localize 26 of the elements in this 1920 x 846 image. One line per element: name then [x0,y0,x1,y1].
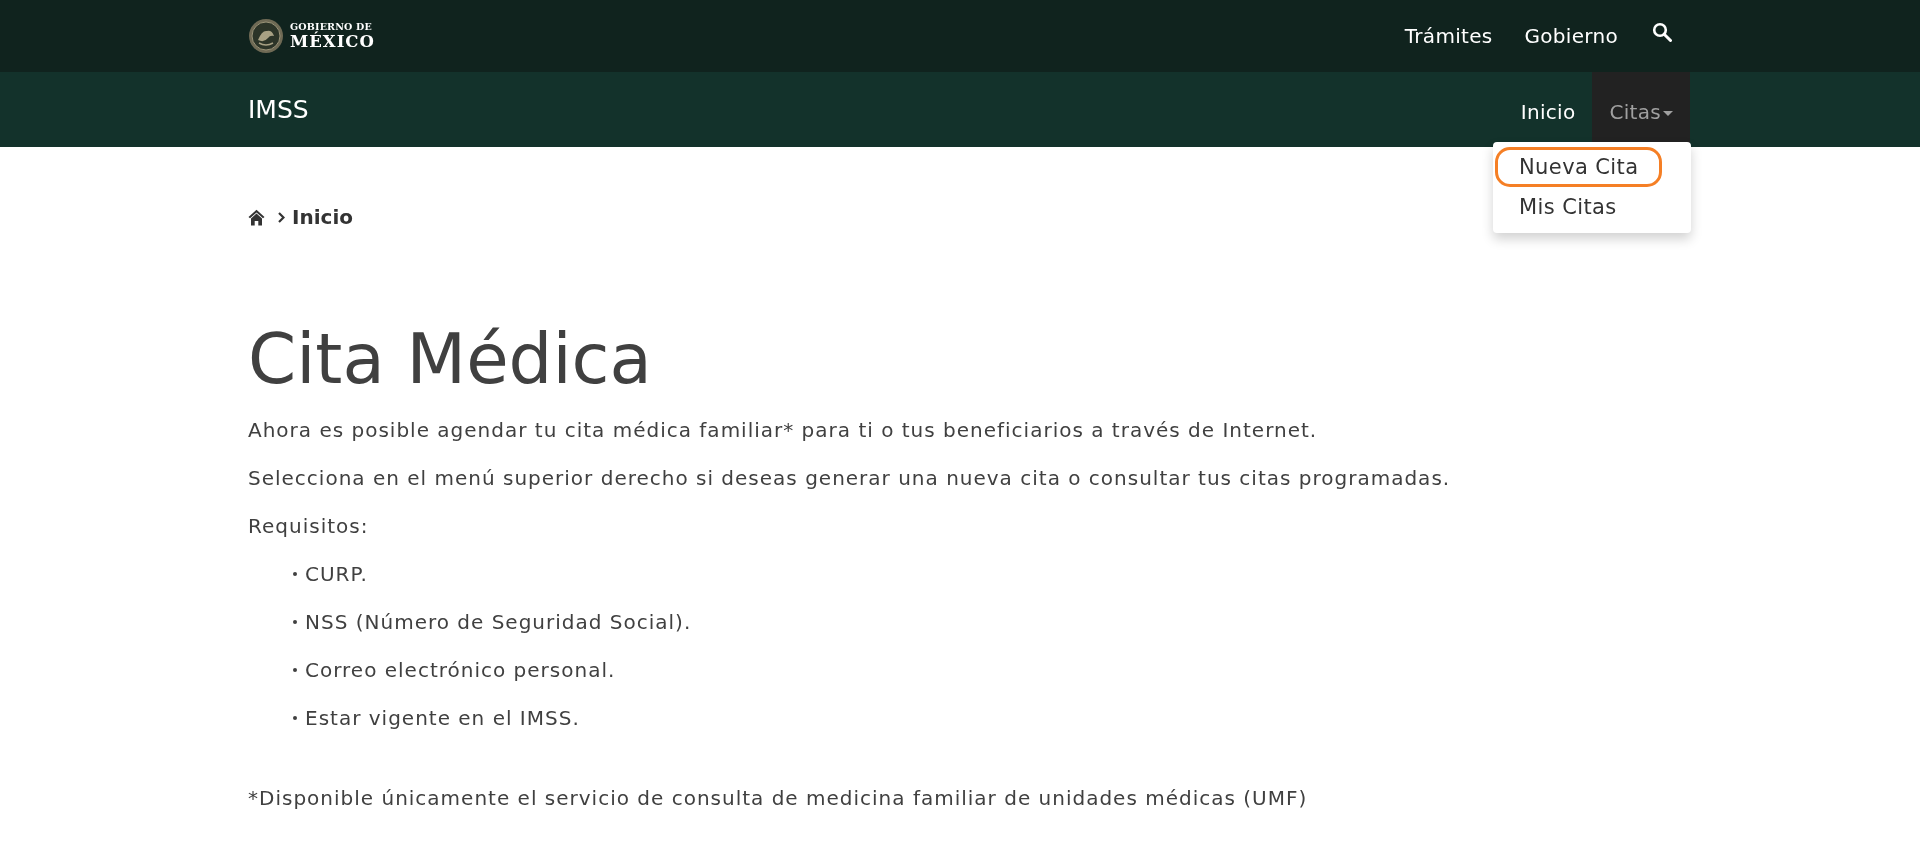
list-item-text: Estar vigente en el IMSS. [305,705,580,732]
paragraph: Selecciona en el menú superior derecho si deseas generar una nueva cita o consultar tus citas programadas. [248,465,1452,492]
nav-link[interactable]: Trámites [1404,24,1493,48]
paragraph: Ahora es posible agendar tu cita médica familiar* para ti o tus beneficiarios a través de Internet. [248,417,1319,444]
caret-icon [1663,110,1673,116]
logo-text: MÉXICO [290,33,375,50]
home-icon[interactable] [248,208,265,226]
menu-item[interactable]: Mis Citas [1495,187,1640,227]
logo-text: GOBIERNO DE [290,22,372,32]
paragraph: Requisitos: [248,513,370,540]
site-title[interactable]: IMSS [248,95,309,124]
bullet-icon [293,668,297,672]
emblem-icon [248,18,284,54]
footnote: *Disponible únicamente el servicio de consulta de medicina familiar de unidades médicas (UMF) [248,785,1309,812]
list-item-text: Correo electrónico personal. [305,657,616,684]
bullet-icon [293,620,297,624]
bullet-icon [293,716,297,720]
page-title: Cita Médica [248,321,653,397]
nav-link[interactable]: Gobierno [1524,24,1618,48]
list-item-text: NSS (Número de Seguridad Social). [305,609,692,636]
breadcrumb-link[interactable]: Inicio [292,205,353,229]
search-icon[interactable] [1652,22,1672,42]
menu-item[interactable]: Nueva Cita [1495,147,1662,187]
chevron-right-icon [278,211,285,223]
bullet-icon [293,572,297,576]
list-item-text: CURP. [305,561,368,588]
